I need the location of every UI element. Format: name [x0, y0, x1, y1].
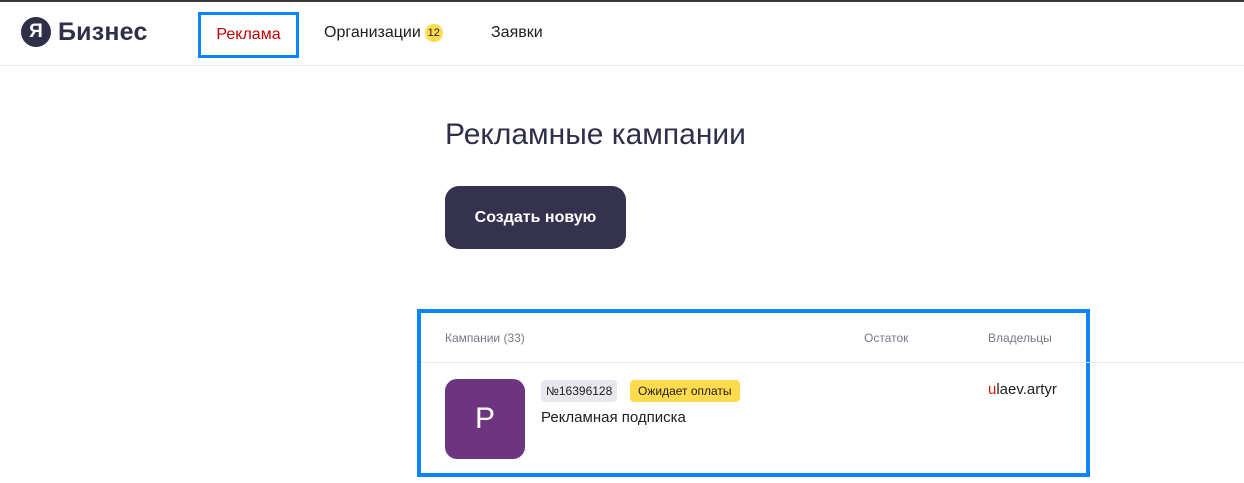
column-header-balance: Остаток — [864, 331, 909, 345]
campaign-status-badge: Ожидает оплаты — [630, 380, 740, 402]
nav-item-ads[interactable]: Реклама — [198, 12, 299, 58]
campaign-owner[interactable]: ulaev.artyr — [988, 380, 1057, 400]
owner-rest: laev.artyr — [996, 381, 1057, 398]
logo-text: Бизнес — [58, 17, 148, 46]
page-title: Рекламные кампании — [445, 118, 746, 151]
campaign-name-link[interactable]: Рекламная подписка — [541, 408, 686, 428]
nav-item-organizations-label: Организации — [324, 24, 421, 41]
header: Я Бизнес Реклама Организации 12 Заявки — [0, 2, 1244, 66]
yandex-business-logo[interactable]: Я Бизнес — [21, 16, 148, 48]
table-header-divider — [421, 362, 1244, 363]
campaign-avatar[interactable]: Р — [445, 379, 525, 459]
column-header-campaigns: Кампании (33) — [445, 331, 525, 345]
organizations-count-badge: 12 — [424, 24, 443, 42]
create-new-campaign-button[interactable]: Создать новую — [445, 186, 626, 249]
nav-item-requests-label: Заявки — [491, 24, 543, 41]
nav-item-requests[interactable]: Заявки — [491, 22, 543, 44]
nav-item-organizations[interactable]: Организации 12 — [324, 22, 443, 44]
campaign-number-tag: №16396128 — [541, 380, 618, 402]
nav-item-ads-label: Реклама — [216, 26, 281, 43]
column-header-owners: Владельцы — [988, 331, 1052, 345]
logo-mark: Я — [21, 17, 51, 47]
